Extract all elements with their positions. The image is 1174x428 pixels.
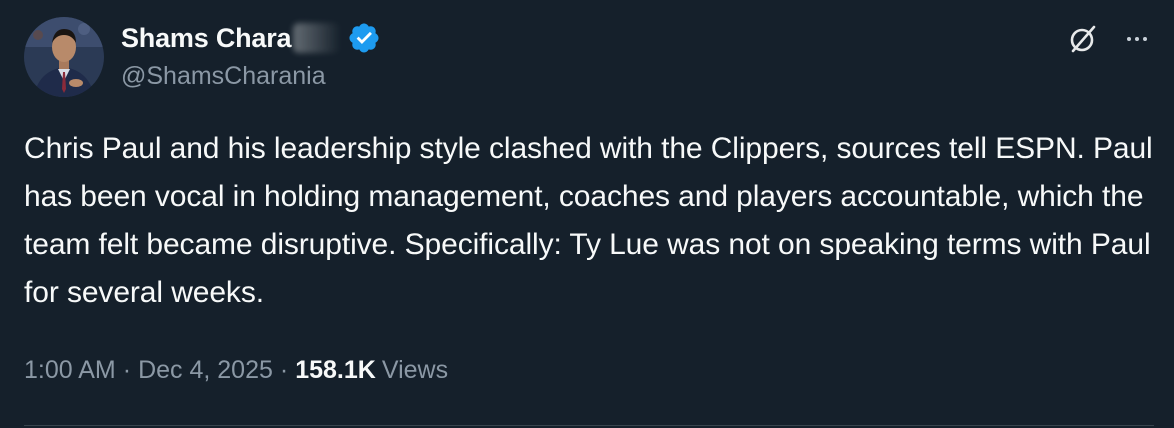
tweet-metadata: 1:00 AM · Dec 4, 2025 · 158.1K Views <box>24 356 448 385</box>
verified-badge-icon[interactable] <box>347 21 381 55</box>
divider <box>24 425 1154 426</box>
views-label: Views <box>381 356 449 384</box>
grok-icon <box>1070 25 1096 53</box>
tweet-time[interactable]: 1:00 AM <box>24 356 116 385</box>
tweet-card: Shams Chara @ShamsCharania Chris Paul an… <box>0 0 1174 428</box>
tweet-text: Chris Paul and his leadership style clas… <box>24 132 1153 309</box>
author-display-name[interactable]: Shams Chara <box>121 23 292 54</box>
tweet-date[interactable]: Dec 4, 2025 <box>138 356 273 385</box>
author-handle[interactable]: @ShamsCharania <box>121 62 326 91</box>
meta-separator: · <box>279 356 289 384</box>
more-options-icon <box>1127 37 1147 41</box>
grok-button[interactable] <box>1064 20 1102 58</box>
avatar-image <box>24 17 104 97</box>
views-count[interactable]: 158.1K <box>295 356 376 385</box>
author-name-row: Shams Chara <box>121 20 381 56</box>
meta-separator: · <box>122 356 132 384</box>
avatar[interactable] <box>24 17 104 97</box>
more-options-button[interactable] <box>1118 20 1156 58</box>
blurred-name-segment <box>293 23 342 53</box>
